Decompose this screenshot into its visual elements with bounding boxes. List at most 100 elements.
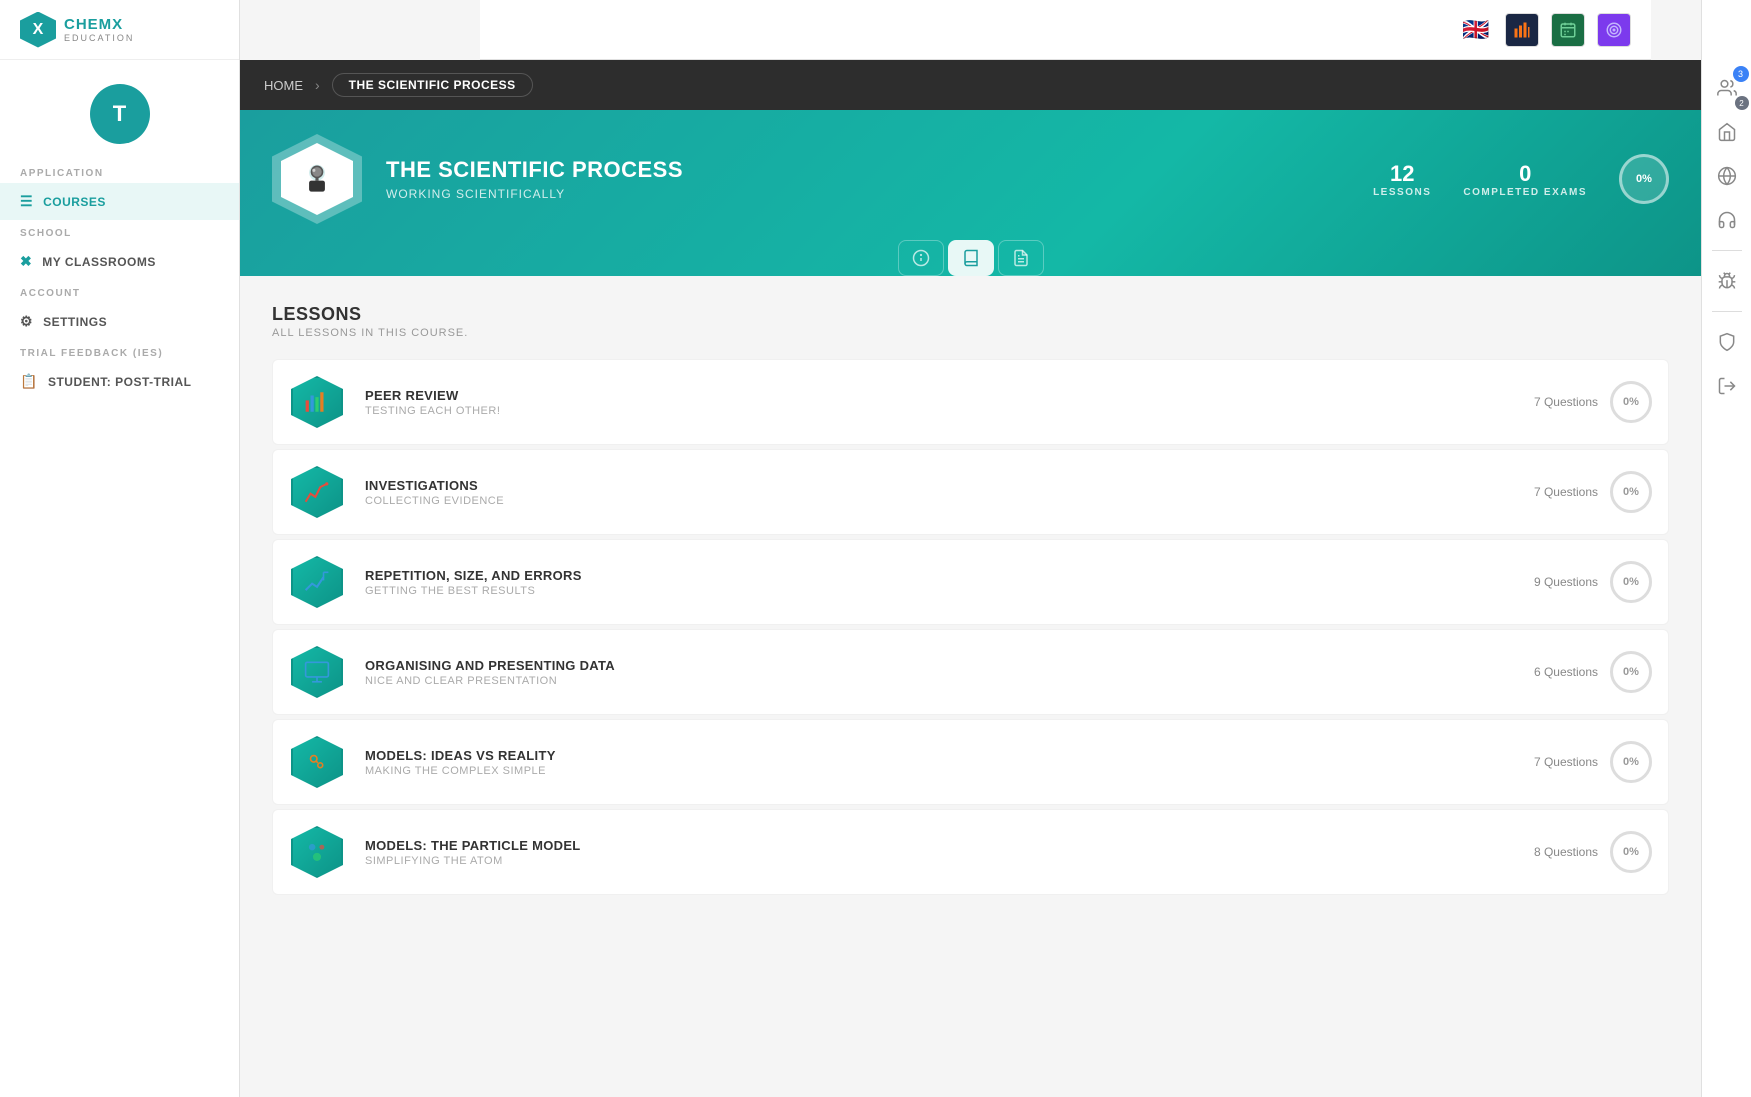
lesson-item-organising-presenting-data[interactable]: ORGANISING AND PRESENTING DATA NICE AND … — [272, 629, 1669, 715]
lesson-desc-models-particle-model: SIMPLIFYING THE ATOM — [365, 855, 1514, 867]
brand-name: CHEMX — [64, 16, 134, 33]
lessons-label: LESSONS — [1373, 187, 1431, 198]
chart-icon[interactable] — [1505, 13, 1539, 47]
tab-info[interactable] — [898, 240, 944, 276]
course-progress-circle: 0% — [1619, 154, 1669, 204]
questions-count-models-particle-model: 8 Questions — [1534, 845, 1598, 859]
lesson-name-repetition-size-errors: REPETITION, SIZE, AND ERRORS — [365, 568, 1514, 583]
course-tabs — [272, 224, 1669, 276]
sidebar-item-my-classrooms[interactable]: ✖ MY CLASSROOMS — [0, 243, 239, 280]
breadcrumb-home[interactable]: HOME — [264, 78, 303, 93]
sidebar-item-student-post-trial[interactable]: 📋 STUDENT: POST-TRIAL — [0, 363, 239, 400]
lesson-progress-peer-review: 0% — [1610, 381, 1652, 423]
lesson-icon-models-particle-model — [291, 826, 343, 878]
questions-count-organising-presenting-data: 6 Questions — [1534, 665, 1598, 679]
sidebar-item-settings-label: SETTINGS — [43, 315, 107, 329]
avatar-area: T — [0, 60, 239, 160]
lesson-progress-models-ideas-vs-reality: 0% — [1610, 741, 1652, 783]
course-icon-wrapper — [272, 134, 362, 224]
lesson-hex-peer-review — [289, 374, 345, 430]
completed-exams-count: 0 — [1463, 161, 1587, 187]
lesson-info-repetition-size-errors: REPETITION, SIZE, AND ERRORS GETTING THE… — [365, 568, 1514, 597]
lesson-right-peer-review: 7 Questions 0% — [1534, 381, 1652, 423]
lesson-name-organising-presenting-data: ORGANISING AND PRESENTING DATA — [365, 658, 1514, 673]
lesson-hex-investigations — [289, 464, 345, 520]
trial-icon: 📋 — [20, 373, 38, 390]
lesson-info-organising-presenting-data: ORGANISING AND PRESENTING DATA NICE AND … — [365, 658, 1514, 687]
questions-count-peer-review: 7 Questions — [1534, 395, 1598, 409]
tab-file[interactable] — [998, 240, 1044, 276]
questions-count-investigations: 7 Questions — [1534, 485, 1598, 499]
tab-book[interactable] — [948, 240, 994, 276]
section-label-school: SCHOOL — [0, 220, 239, 243]
lessons-section: LESSONS ALL LESSONS IN THIS COURSE. PEER… — [240, 276, 1701, 923]
lesson-desc-repetition-size-errors: GETTING THE BEST RESULTS — [365, 585, 1514, 597]
language-flag[interactable]: 🇬🇧 — [1459, 13, 1493, 47]
course-title-block: THE SCIENTIFIC PROCESS WORKING SCIENTIFI… — [386, 157, 1349, 201]
course-icon — [281, 143, 353, 215]
lesson-hex-repetition-size-errors — [289, 554, 345, 610]
stat-lessons: 12 LESSONS — [1373, 161, 1431, 198]
completed-exams-label: COMPLETED EXAMS — [1463, 187, 1587, 198]
course-title: THE SCIENTIFIC PROCESS — [386, 157, 1349, 183]
brand-tagline: EDUCATION — [64, 33, 134, 43]
classrooms-icon: ✖ — [20, 253, 32, 270]
lesson-name-models-particle-model: MODELS: THE PARTICLE MODEL — [365, 838, 1514, 853]
lesson-icon-repetition-size-errors — [291, 556, 343, 608]
lessons-count: 12 — [1373, 161, 1431, 187]
lesson-hex-organising-presenting-data — [289, 644, 345, 700]
lesson-right-organising-presenting-data: 6 Questions 0% — [1534, 651, 1652, 693]
bug-icon[interactable] — [1709, 263, 1745, 299]
target-icon[interactable] — [1597, 13, 1631, 47]
settings-icon: ⚙ — [20, 313, 33, 330]
divider-top — [1712, 250, 1742, 251]
topbar: 🇬🇧 — [480, 0, 1651, 60]
lesson-name-investigations: INVESTIGATIONS — [365, 478, 1514, 493]
lesson-item-repetition-size-errors[interactable]: REPETITION, SIZE, AND ERRORS GETTING THE… — [272, 539, 1669, 625]
lesson-desc-peer-review: TESTING EACH OTHER! — [365, 405, 1514, 417]
home-icon[interactable] — [1709, 114, 1745, 150]
lesson-item-investigations[interactable]: INVESTIGATIONS COLLECTING EVIDENCE 7 Que… — [272, 449, 1669, 535]
lesson-progress-organising-presenting-data: 0% — [1610, 651, 1652, 693]
questions-count-models-ideas-vs-reality: 7 Questions — [1534, 755, 1598, 769]
badge-blue: 3 — [1733, 66, 1749, 82]
lesson-icon-peer-review — [291, 376, 343, 428]
shield-icon[interactable] — [1709, 324, 1745, 360]
lesson-name-models-ideas-vs-reality: MODELS: IDEAS VS REALITY — [365, 748, 1514, 763]
calendar-icon[interactable] — [1551, 13, 1585, 47]
globe-icon[interactable] — [1709, 158, 1745, 194]
lesson-progress-investigations: 0% — [1610, 471, 1652, 513]
lessons-subtitle: ALL LESSONS IN THIS COURSE. — [272, 327, 1669, 339]
logout-icon[interactable] — [1709, 368, 1745, 404]
sidebar-item-courses[interactable]: ☰ COURSES — [0, 183, 239, 220]
lesson-item-models-particle-model[interactable]: MODELS: THE PARTICLE MODEL SIMPLIFYING T… — [272, 809, 1669, 895]
lesson-list: PEER REVIEW TESTING EACH OTHER! 7 Questi… — [272, 359, 1669, 895]
lesson-info-models-particle-model: MODELS: THE PARTICLE MODEL SIMPLIFYING T… — [365, 838, 1514, 867]
lesson-hex-models-ideas-vs-reality — [289, 734, 345, 790]
lesson-info-peer-review: PEER REVIEW TESTING EACH OTHER! — [365, 388, 1514, 417]
course-stats: 12 LESSONS 0 COMPLETED EXAMS 0% — [1373, 154, 1669, 204]
logo-area: X CHEMX EDUCATION — [0, 0, 239, 60]
lesson-progress-models-particle-model: 0% — [1610, 831, 1652, 873]
main-content: HOME › THE SCIENTIFIC PROCESS — [240, 0, 1701, 1097]
lesson-hex-models-particle-model — [289, 824, 345, 880]
lesson-item-peer-review[interactable]: PEER REVIEW TESTING EACH OTHER! 7 Questi… — [272, 359, 1669, 445]
stat-completed-exams: 0 COMPLETED EXAMS — [1463, 161, 1587, 198]
users-icon[interactable]: 3 2 — [1709, 70, 1745, 106]
questions-count-repetition-size-errors: 9 Questions — [1534, 575, 1598, 589]
logo-icon: X — [20, 12, 56, 48]
sidebar-item-courses-label: COURSES — [43, 195, 106, 209]
lesson-progress-repetition-size-errors: 0% — [1610, 561, 1652, 603]
divider-bottom — [1712, 311, 1742, 312]
lesson-item-models-ideas-vs-reality[interactable]: MODELS: IDEAS VS REALITY MAKING THE COMP… — [272, 719, 1669, 805]
lesson-name-peer-review: PEER REVIEW — [365, 388, 1514, 403]
sidebar-item-settings[interactable]: ⚙ SETTINGS — [0, 303, 239, 340]
section-label-application: APPLICATION — [0, 160, 239, 183]
headset-icon[interactable] — [1709, 202, 1745, 238]
course-subtitle: WORKING SCIENTIFICALLY — [386, 187, 1349, 201]
sidebar-item-classrooms-label: MY CLASSROOMS — [42, 255, 156, 269]
left-sidebar: X CHEMX EDUCATION T APPLICATION ☰ COURSE… — [0, 0, 240, 1097]
course-progress-value: 0% — [1636, 173, 1652, 185]
lesson-icon-models-ideas-vs-reality — [291, 736, 343, 788]
lesson-icon-investigations — [291, 466, 343, 518]
